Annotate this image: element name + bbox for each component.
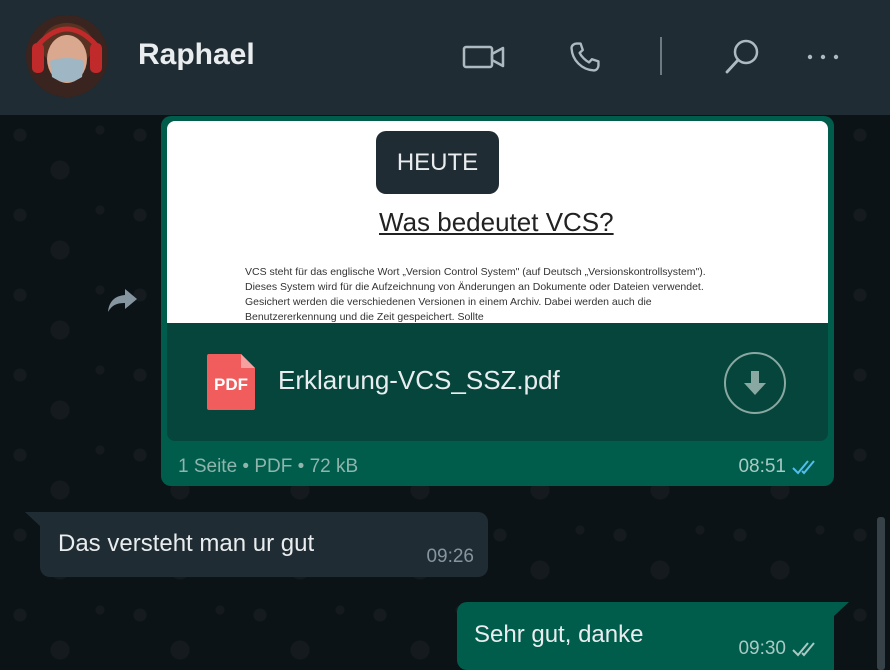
outgoing-message-bubble[interactable]: Sehr gut, danke 09:30 — [457, 602, 834, 670]
delivered-check-icon — [792, 642, 815, 657]
message-text: Sehr gut, danke — [474, 621, 644, 648]
search-icon[interactable] — [717, 32, 767, 82]
pdf-file-icon: PDF — [205, 352, 257, 412]
video-call-icon[interactable] — [459, 32, 509, 82]
message-text: Das versteht man ur gut — [58, 530, 315, 557]
avatar[interactable] — [26, 15, 108, 97]
scrollbar[interactable] — [877, 517, 885, 670]
chat-header: Raphael — [0, 0, 890, 115]
voice-call-icon[interactable] — [560, 32, 610, 82]
download-button[interactable] — [724, 352, 786, 414]
header-divider — [660, 37, 662, 75]
time-text: 09:30 — [738, 638, 786, 659]
message-timestamp: 08:51 — [738, 456, 820, 478]
message-timestamp: 09:30 — [738, 638, 820, 660]
file-row[interactable]: PDF Erklarung-VCS_SSZ.pdf — [167, 323, 828, 441]
message-timestamp: 09:26 — [426, 546, 474, 567]
file-name[interactable]: Erklarung-VCS_SSZ.pdf — [278, 365, 560, 396]
time-text: 08:51 — [738, 456, 786, 477]
download-arrow-icon — [744, 371, 766, 395]
outgoing-bubble-tail — [834, 602, 849, 616]
preview-text: VCS steht für das englische Wort „Versio… — [245, 266, 706, 323]
incoming-message-bubble[interactable]: Das versteht man ur gut 09:26 — [40, 512, 488, 577]
incoming-bubble-tail — [25, 512, 40, 526]
contact-name[interactable]: Raphael — [138, 38, 255, 72]
read-check-icon — [792, 460, 815, 475]
date-separator: HEUTE — [376, 131, 499, 194]
more-options-icon[interactable] — [798, 32, 848, 82]
file-meta: 1 Seite • PDF • 72 kB — [178, 456, 359, 477]
preview-title: Was bedeutet VCS? — [379, 207, 614, 237]
forward-icon[interactable] — [105, 283, 139, 317]
pdf-badge-text: PDF — [214, 375, 248, 394]
